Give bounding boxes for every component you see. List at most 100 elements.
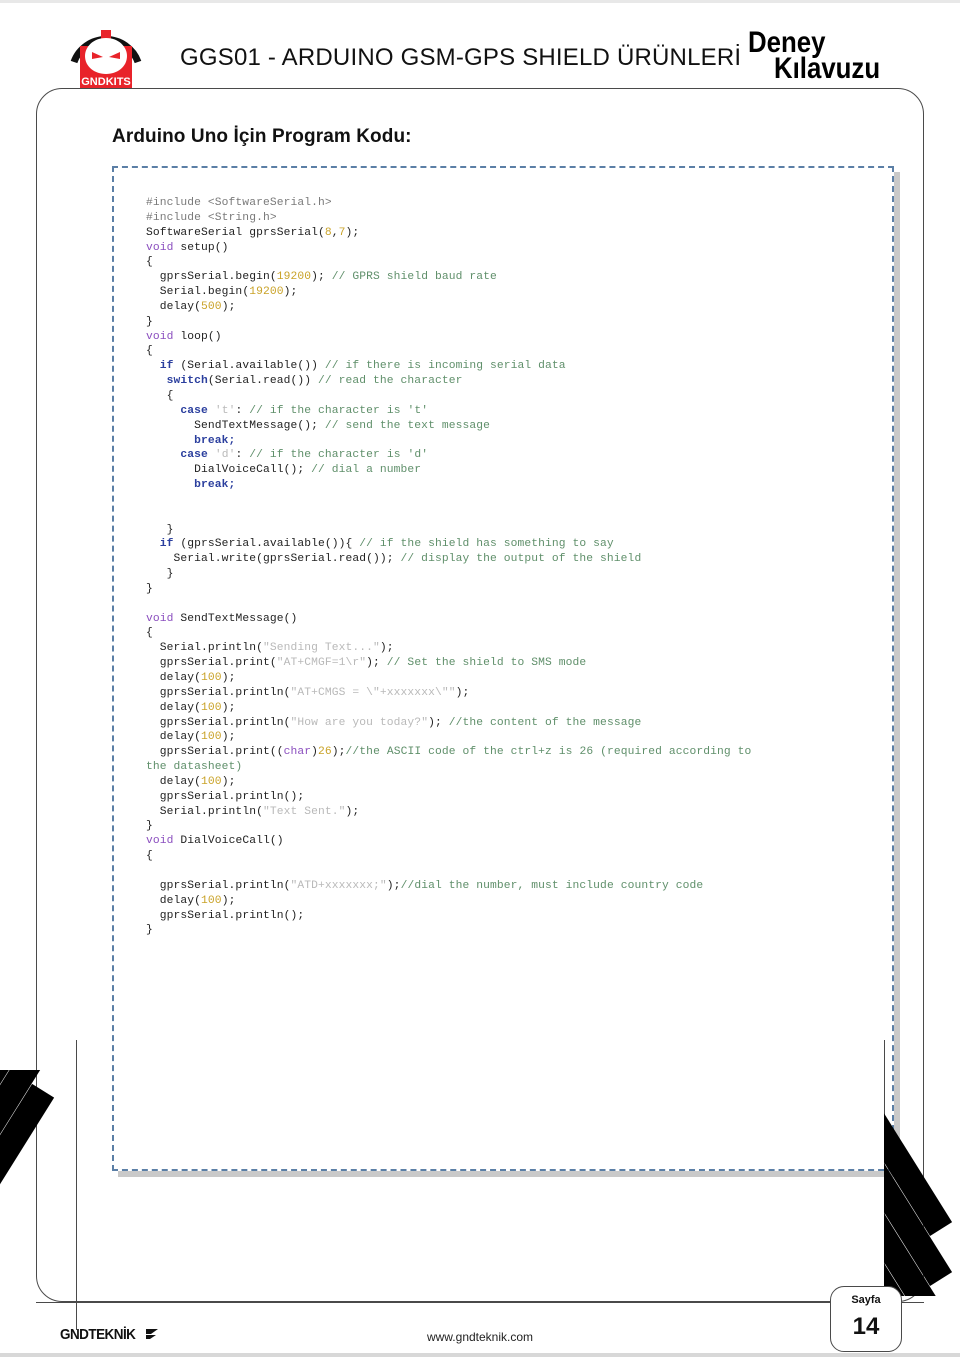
page-header: GNDKITS GGS01 - ARDUINO GSM-GPS SHIELD Ü… [0,0,960,100]
code-token: Serial.println( [146,805,263,818]
code-token: 100 [201,775,222,788]
code-token: 'd' [207,449,236,462]
code-token: SendTextMessage() [173,612,298,625]
code-token: // if the character is 'd' [249,449,429,462]
code-token: 19200 [249,286,284,299]
code-token: 100 [201,672,222,684]
code-token: , [331,226,339,239]
gndkits-logo-text: GNDKITS [81,76,131,88]
code-token: SendTextMessage(); [146,419,325,432]
code-token: gprsSerial.begin( [146,271,277,284]
code-token: Serial.println( [146,642,263,655]
section-heading: Arduino Uno İçin Program Kodu: [112,126,412,147]
right-diagonal-stripes [884,1070,960,1296]
gndkits-logo: GNDKITS [62,14,150,92]
left-diagonal-stripes [0,1070,76,1296]
code-token: DialVoiceCall(); [146,464,312,477]
code-token: ); [311,271,332,284]
code-token: // display the output of the shield [400,553,642,566]
code-token: setup() [173,241,229,254]
code-token: ); [366,657,387,670]
code-token: gprsSerial.println(); [146,909,305,922]
code-token: "Text Sent." [262,805,346,818]
code-token: : [235,449,250,462]
code-token: ); [221,894,236,907]
page-number-badge: Sayfa 14 [830,1286,902,1352]
code-token: delay( [146,701,202,714]
code-token: { [146,256,153,269]
code-token: 100 [201,894,222,907]
code-token: // if there is incoming serial data [324,360,566,373]
code-token: Serial.begin( [146,286,250,299]
code-token: } [146,315,153,328]
code-token: ); [283,286,298,299]
code-token: SoftwareSerial gprsSerial( [146,226,325,239]
code-token: // if the shield has something to say [359,538,614,551]
code-token: ); [386,879,401,892]
code-token: "ATD+xxxxxxx;" [290,879,387,892]
code-token: ); [455,686,470,699]
code-token: Serial.write(gprsSerial.read()); [146,553,401,566]
code-token: gprsSerial.println( [146,716,291,729]
code-token: char [283,746,312,759]
code-token: } [146,523,174,536]
code-token: 100 [201,701,222,714]
code-token: void [146,241,174,254]
code-token: (gprsSerial.available()){ [173,538,360,551]
code-token: ); [221,731,236,744]
footer-url: www.gndteknik.com [426,1330,534,1344]
code-token: } [146,582,153,595]
code-token: 26 [318,746,332,759]
page-label: Sayfa [851,1294,881,1306]
code-token: the datasheet) [146,761,243,774]
code-token: gprsSerial.println( [146,879,291,892]
left-edge-line [76,1040,77,1330]
code-token: (Serial.available()) [173,360,325,373]
code-token: gprsSerial.println(); [146,790,305,803]
code-token: #include <String.h> [146,211,277,224]
brand-line-2: Kılavuzu [774,52,881,85]
code-token: 100 [201,731,222,744]
code-token: // send the text message [324,419,490,432]
code-token: break; [146,434,236,447]
code-token: gprsSerial.println( [146,686,291,699]
code-token: { [146,389,174,402]
code-token: 7 [338,226,346,239]
code-token: ); [345,226,360,239]
code-token: DialVoiceCall() [173,835,284,848]
code-token: "How are you today?" [290,716,429,729]
code-token: { [146,627,153,640]
code-token: { [146,345,153,358]
code-token: if [146,538,174,551]
code-token: ); [221,300,236,313]
code-token: } [146,820,153,833]
code-token: ); [331,746,346,759]
code-token: ) [311,746,319,759]
deney-klavuzu-brand: Deney Kılavuzu [748,28,928,94]
code-token: // read the character [318,375,463,388]
code-token: gprsSerial.print(( [146,746,284,759]
code-token: ); [428,716,449,729]
code-token: delay( [146,775,202,788]
code-token: ); [221,672,236,684]
code-token: (Serial.read()) [207,375,318,388]
code-token: delay( [146,894,202,907]
code-token: case [146,404,208,417]
code-token: : [235,404,250,417]
code-token: // GPRS shield baud rate [331,271,497,284]
code-token: loop() [173,330,222,343]
code-token: #include <SoftwareSerial.h> [146,197,332,209]
bottom-rule [0,1353,960,1357]
code-token: void [146,612,174,625]
code-token: // if the character is 't' [249,404,429,417]
code-token: //the content of the message [448,716,642,729]
code-block: #include <SoftwareSerial.h> #include <St… [112,166,894,1171]
code-token: void [146,330,174,343]
code-token: "AT+CMGS = \"+xxxxxxx\"" [290,686,456,699]
code-token: ); [221,775,236,788]
source-code: #include <SoftwareSerial.h> #include <St… [114,168,892,944]
code-token: 't' [207,404,236,417]
code-token: 8 [324,226,332,239]
code-token: ); [345,805,360,818]
code-token: //dial the number, must include country … [400,879,704,892]
